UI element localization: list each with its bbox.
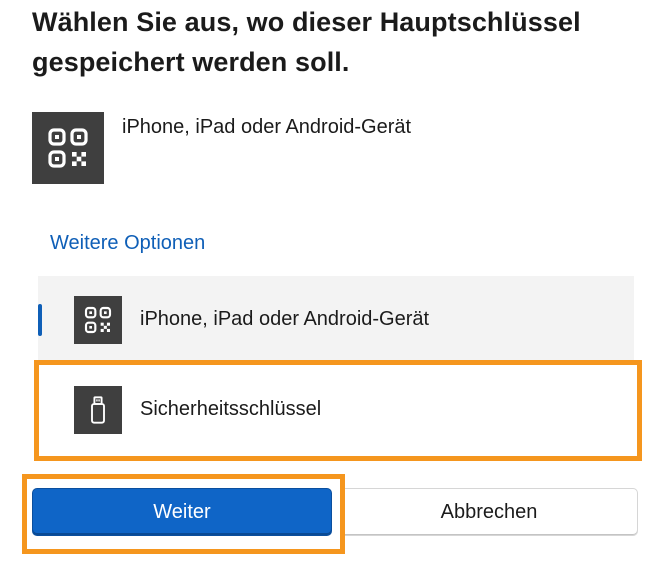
option-security-key-label: Sicherheitsschlüssel [140,398,322,420]
primary-option-icon-tile [32,112,104,184]
option-security-key[interactable]: Sicherheitsschlüssel [38,366,634,454]
dialog-title: Wählen Sie aus, wo dieser Hauptschlüssel… [32,7,581,77]
next-button[interactable]: Weiter [32,488,332,536]
qr-code-icon [84,306,112,334]
cancel-button[interactable]: Abbrechen [340,488,638,536]
option-phone-device[interactable]: iPhone, iPad oder Android-Gerät [38,276,634,364]
option-phone-label: iPhone, iPad oder Android-Gerät [140,308,430,330]
usb-key-icon [91,396,105,424]
primary-option-label: iPhone, iPad oder Android-Gerät [122,116,412,138]
option-security-key-icon-tile [74,386,122,434]
more-options-link[interactable]: Weitere Optionen [50,232,205,255]
qr-code-icon [48,128,88,168]
option-phone-icon-tile [74,296,122,344]
